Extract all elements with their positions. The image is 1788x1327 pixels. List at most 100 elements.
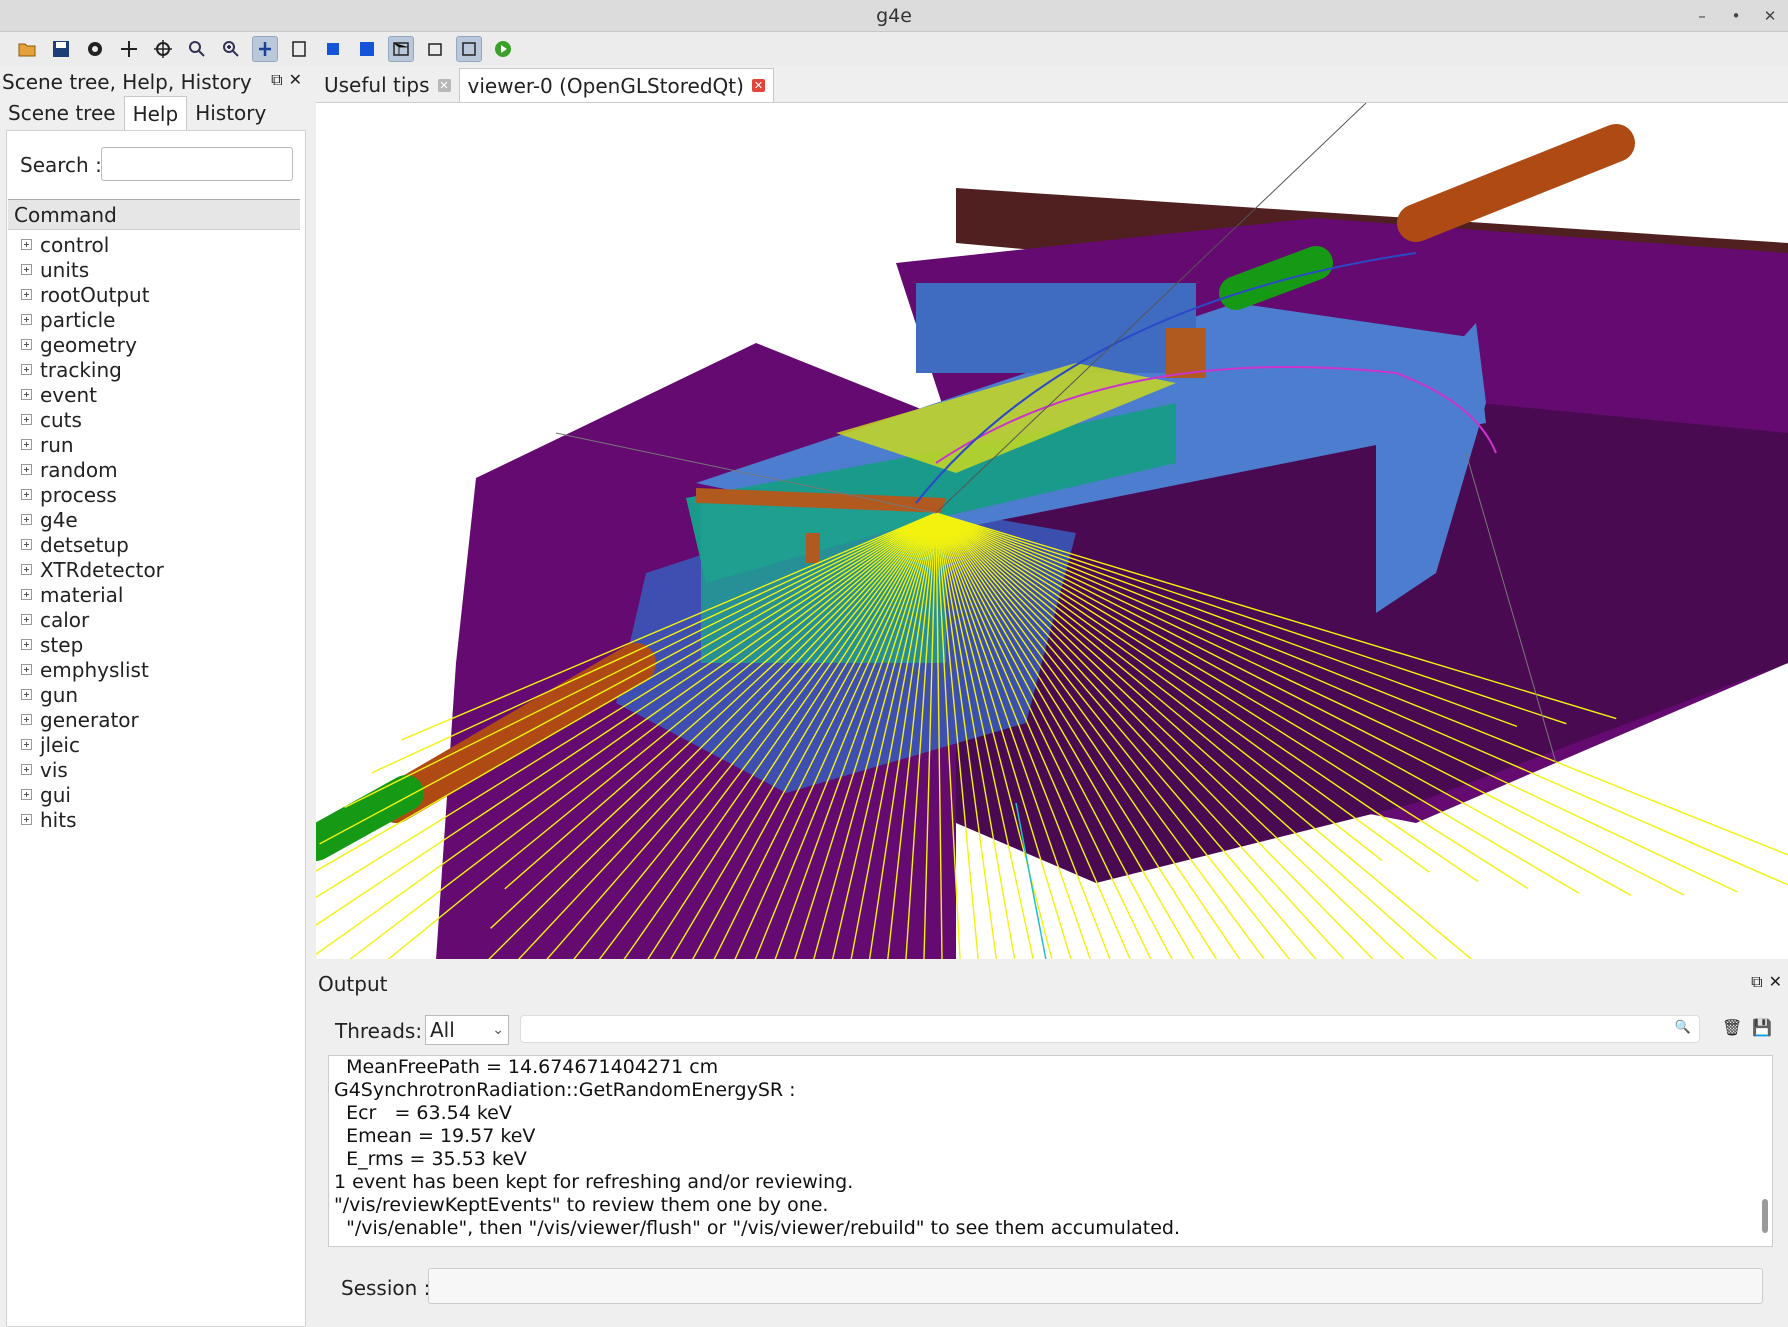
opengl-viewer[interactable] xyxy=(316,102,1788,959)
expand-icon[interactable] xyxy=(21,639,32,650)
expand-icon[interactable] xyxy=(21,564,32,575)
upper-block xyxy=(916,283,1196,373)
expand-icon[interactable] xyxy=(21,764,32,775)
output-line: G4SynchrotronRadiation::GetRandomEnergyS… xyxy=(334,1079,796,1101)
output-line: "/vis/enable", then "/vis/viewer/flush" … xyxy=(334,1217,1181,1239)
minimize-button[interactable]: – xyxy=(1694,0,1710,32)
settings-icon[interactable] xyxy=(82,36,108,62)
tab-history[interactable]: History xyxy=(187,96,274,130)
command-item[interactable]: control xyxy=(7,232,301,257)
command-item[interactable]: emphyslist xyxy=(7,657,301,682)
expand-icon[interactable] xyxy=(21,439,32,450)
command-item[interactable]: geometry xyxy=(7,332,301,357)
command-item[interactable]: calor xyxy=(7,607,301,632)
command-item[interactable]: generator xyxy=(7,707,301,732)
close-icon[interactable]: ✕ xyxy=(1769,972,1782,992)
beampipe-right xyxy=(1397,124,1635,242)
output-filter-input[interactable]: 🔍 xyxy=(520,1015,1700,1043)
command-item[interactable]: particle xyxy=(7,307,301,332)
session-input[interactable] xyxy=(428,1268,1763,1304)
output-lines: MeanFreePath = 14.674671404271 cm G4Synch… xyxy=(329,1056,1772,1240)
tab-useful-tips[interactable]: Useful tips ✕ xyxy=(316,68,459,102)
expand-icon[interactable] xyxy=(21,239,32,250)
run-icon[interactable] xyxy=(490,36,516,62)
close-tab-icon[interactable]: ✕ xyxy=(751,79,765,92)
expand-icon[interactable] xyxy=(21,339,32,350)
command-item[interactable]: rootOutput xyxy=(7,282,301,307)
command-label: g4e xyxy=(40,507,78,532)
expand-icon[interactable] xyxy=(21,489,32,500)
float-icon[interactable]: ⧉ xyxy=(1751,972,1762,992)
output-line: "/vis/reviewKeptEvents" to review them o… xyxy=(334,1194,829,1216)
tab-help[interactable]: Help xyxy=(123,96,188,130)
rotate-icon[interactable] xyxy=(252,36,278,62)
zoom-in-icon[interactable] xyxy=(218,36,244,62)
save-icon[interactable]: 💾 xyxy=(1752,1018,1772,1037)
expand-icon[interactable] xyxy=(21,264,32,275)
output-log[interactable]: MeanFreePath = 14.674671404271 cm G4Synch… xyxy=(328,1055,1773,1247)
command-item[interactable]: detsetup xyxy=(7,532,301,557)
expand-icon[interactable] xyxy=(21,389,32,400)
command-item[interactable]: vis xyxy=(7,757,301,782)
command-item[interactable]: tracking xyxy=(7,357,301,382)
command-item[interactable]: event xyxy=(7,382,301,407)
expand-icon[interactable] xyxy=(21,714,32,725)
command-item[interactable]: units xyxy=(7,257,301,282)
maximize-button[interactable]: • xyxy=(1728,0,1744,32)
wireframe-icon[interactable] xyxy=(388,36,414,62)
expand-icon[interactable] xyxy=(21,814,32,825)
expand-icon[interactable] xyxy=(21,314,32,325)
hidden-line-icon[interactable] xyxy=(422,36,448,62)
move-icon[interactable] xyxy=(116,36,142,62)
hidden-surface-icon[interactable] xyxy=(456,36,482,62)
command-item[interactable]: gui xyxy=(7,782,301,807)
threads-select[interactable]: All ⌄ xyxy=(425,1015,509,1045)
expand-icon[interactable] xyxy=(21,739,32,750)
tab-scene-tree[interactable]: Scene tree xyxy=(0,96,124,130)
command-item[interactable]: run xyxy=(7,432,301,457)
command-column-header[interactable]: Command xyxy=(8,199,300,230)
tab-viewer-0[interactable]: viewer-0 (OpenGLStoredQt) ✕ xyxy=(458,68,774,102)
float-icon[interactable]: ⧉ xyxy=(271,70,282,90)
close-window-button[interactable]: ✕ xyxy=(1762,0,1778,32)
command-label: random xyxy=(40,457,118,482)
command-item[interactable]: cuts xyxy=(7,407,301,432)
expand-icon[interactable] xyxy=(21,414,32,425)
command-item[interactable]: hits xyxy=(7,807,301,832)
trash-icon[interactable]: 🗑 xyxy=(1722,1018,1742,1037)
expand-icon[interactable] xyxy=(21,539,32,550)
expand-icon[interactable] xyxy=(21,689,32,700)
output-dock-buttons: ⧉ ✕ xyxy=(1751,972,1782,992)
open-folder-icon[interactable] xyxy=(14,36,40,62)
close-tab-icon[interactable]: ✕ xyxy=(437,78,451,92)
command-item[interactable]: gun xyxy=(7,682,301,707)
command-item[interactable]: g4e xyxy=(7,507,301,532)
expand-icon[interactable] xyxy=(21,364,32,375)
solid-icon[interactable] xyxy=(320,36,346,62)
target-icon[interactable] xyxy=(150,36,176,62)
search-input[interactable] xyxy=(101,147,293,181)
command-item[interactable]: material xyxy=(7,582,301,607)
command-item[interactable]: jleic xyxy=(7,732,301,757)
expand-icon[interactable] xyxy=(21,589,32,600)
command-item[interactable]: random xyxy=(7,457,301,482)
zoom-out-icon[interactable] xyxy=(184,36,210,62)
expand-icon[interactable] xyxy=(21,289,32,300)
close-icon[interactable]: ✕ xyxy=(289,70,302,90)
save-icon[interactable] xyxy=(48,36,74,62)
threads-label: Threads: xyxy=(335,1019,423,1043)
command-item[interactable]: process xyxy=(7,482,301,507)
command-item[interactable]: step xyxy=(7,632,301,657)
command-item[interactable]: XTRdetector xyxy=(7,557,301,582)
command-label: rootOutput xyxy=(40,282,150,307)
solid-blue-icon[interactable] xyxy=(354,36,380,62)
vertical-scrollbar[interactable] xyxy=(1762,1199,1768,1233)
dock-title: Scene tree, Help, History xyxy=(2,70,252,94)
expand-icon[interactable] xyxy=(21,789,32,800)
perspective-icon[interactable] xyxy=(286,36,312,62)
expand-icon[interactable] xyxy=(21,464,32,475)
right-flange xyxy=(1166,328,1206,378)
expand-icon[interactable] xyxy=(21,514,32,525)
expand-icon[interactable] xyxy=(21,664,32,675)
expand-icon[interactable] xyxy=(21,614,32,625)
